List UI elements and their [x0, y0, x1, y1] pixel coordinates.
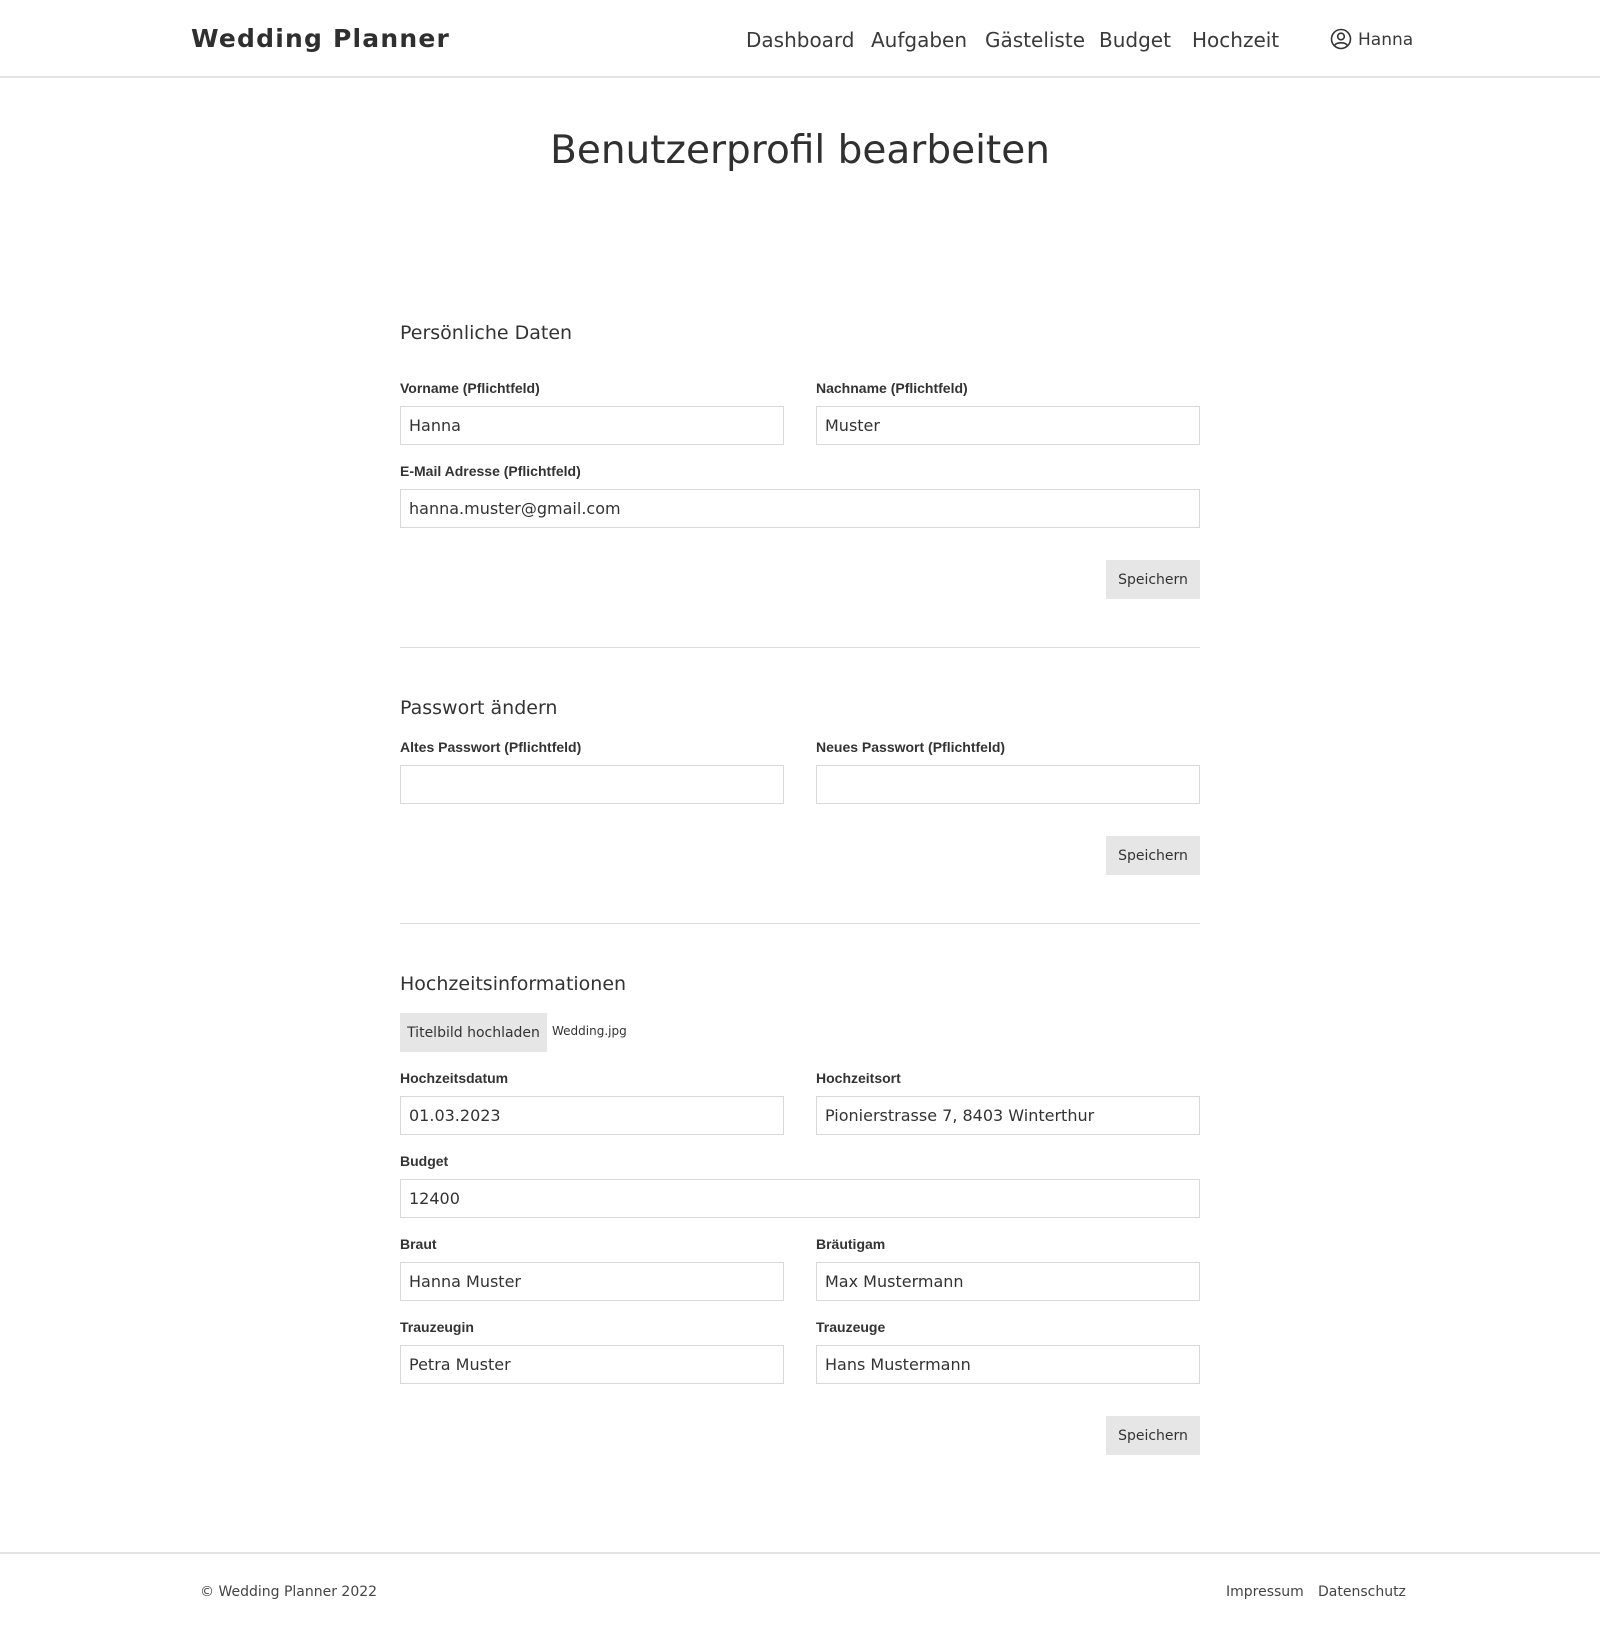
lastname-label: Nachname (Pflichtfeld) — [816, 380, 968, 396]
user-circle-icon — [1330, 28, 1352, 50]
section-title-password: Passwort ändern — [400, 697, 558, 719]
budget-label: Budget — [400, 1153, 449, 1169]
save-personal-button[interactable]: Speichern — [1106, 560, 1200, 599]
nav-hochzeit[interactable]: Hochzeit — [1192, 28, 1279, 52]
wedding-location-input[interactable] — [816, 1096, 1200, 1135]
save-password-button[interactable]: Speichern — [1106, 836, 1200, 875]
old-password-label: Altes Passwort (Pflichtfeld) — [400, 739, 582, 755]
nav-budget[interactable]: Budget — [1099, 28, 1171, 52]
new-password-label: Neues Passwort (Pflichtfeld) — [816, 739, 1006, 755]
groom-input[interactable] — [816, 1262, 1200, 1301]
email-label: E-Mail Adresse (Pflichtfeld) — [400, 463, 581, 479]
bestman-label: Trauzeuge — [816, 1319, 886, 1335]
section-divider — [400, 923, 1200, 924]
uploaded-filename: Wedding.jpg — [552, 1024, 627, 1038]
save-wedding-button[interactable]: Speichern — [1106, 1416, 1200, 1455]
user-name: Hanna — [1358, 30, 1414, 50]
firstname-label: Vorname (Pflichtfeld) — [400, 380, 540, 396]
bridesmaid-label: Trauzeugin — [400, 1319, 474, 1335]
wedding-date-input[interactable] — [400, 1096, 784, 1135]
copyright-text: © Wedding Planner 2022 — [200, 1584, 378, 1600]
bestman-input[interactable] — [816, 1345, 1200, 1384]
new-password-input[interactable] — [816, 765, 1200, 804]
old-password-input[interactable] — [400, 765, 784, 804]
firstname-input[interactable] — [400, 406, 784, 445]
section-title-personal: Persönliche Daten — [400, 322, 573, 344]
nav-aufgaben[interactable]: Aufgaben — [871, 28, 967, 52]
page-title: Benutzerprofil bearbeiten — [550, 128, 1050, 173]
wedding-date-label: Hochzeitsdatum — [400, 1070, 509, 1086]
wedding-location-label: Hochzeitsort — [816, 1070, 901, 1086]
footer: © Wedding Planner 2022 Impressum Datensc… — [0, 1552, 1600, 1632]
footer-link-impressum[interactable]: Impressum — [1226, 1584, 1304, 1600]
lastname-input[interactable] — [816, 406, 1200, 445]
upload-cover-image-button[interactable]: Titelbild hochladen — [400, 1013, 547, 1052]
top-navbar: Wedding Planner Dashboard Aufgaben Gäste… — [0, 0, 1600, 78]
budget-input[interactable] — [400, 1179, 1200, 1218]
nav-dashboard[interactable]: Dashboard — [746, 28, 855, 52]
email-input[interactable] — [400, 489, 1200, 528]
section-title-wedding: Hochzeitsinformationen — [400, 973, 627, 995]
bride-input[interactable] — [400, 1262, 784, 1301]
groom-label: Bräutigam — [816, 1236, 886, 1252]
nav-gaesteliste[interactable]: Gästeliste — [985, 28, 1085, 52]
section-divider — [400, 647, 1200, 648]
footer-link-datenschutz[interactable]: Datenschutz — [1318, 1584, 1406, 1600]
bride-label: Braut — [400, 1236, 437, 1252]
bridesmaid-input[interactable] — [400, 1345, 784, 1384]
